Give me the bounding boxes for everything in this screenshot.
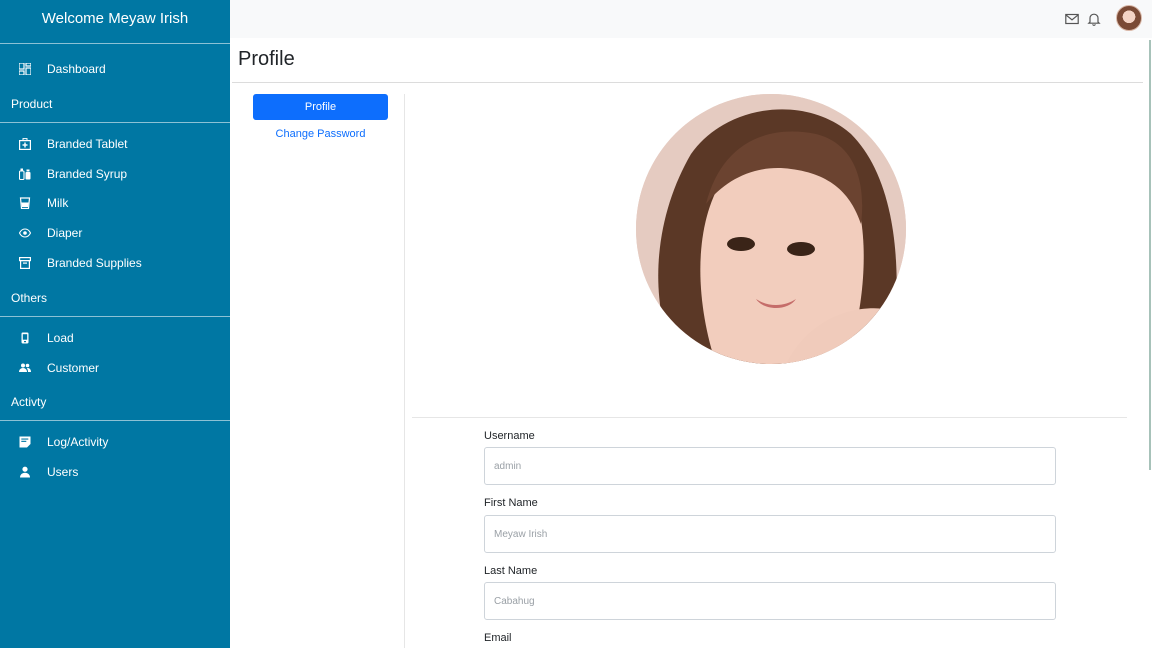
sidebar-divider <box>0 122 230 123</box>
sidebar-section-product: Product <box>11 97 53 111</box>
first-name-label: First Name <box>484 497 538 509</box>
sidebar-divider <box>0 420 230 421</box>
page-title: Profile <box>238 48 295 70</box>
sidebar-item-branded-supplies[interactable]: Branded Supplies <box>0 249 230 277</box>
sidebar-item-users[interactable]: Users <box>0 458 230 486</box>
sidebar-item-label: Users <box>47 465 79 479</box>
change-password-link[interactable]: Change Password <box>253 128 388 140</box>
user-avatar[interactable] <box>1116 5 1142 31</box>
user-icon <box>18 465 32 479</box>
sidebar-divider <box>0 316 230 317</box>
sidebar-section-activity: Activty <box>11 395 47 409</box>
sidebar-item-label: Customer <box>47 361 100 375</box>
sidebar-item-customer[interactable]: Customer <box>0 354 230 382</box>
sidebar-item-label: Branded Tablet <box>47 137 128 151</box>
last-name-field[interactable] <box>484 582 1056 620</box>
sidebar-item-branded-tablet[interactable]: Branded Tablet <box>0 130 230 158</box>
sidebar-item-dashboard[interactable]: Dashboard <box>0 55 230 83</box>
sidebar-item-label: Branded Syrup <box>47 167 128 181</box>
sidebar: Welcome Meyaw Irish Dashboard Product Br… <box>0 0 230 648</box>
profile-tab-button[interactable]: Profile <box>253 94 388 120</box>
sidebar-item-branded-syrup[interactable]: Branded Syrup <box>0 160 230 188</box>
medkit-icon <box>18 137 32 151</box>
sidebar-item-label: Log/Activity <box>47 435 109 449</box>
last-name-label: Last Name <box>484 565 538 577</box>
people-icon <box>18 361 32 375</box>
sidebar-item-label: Load <box>47 331 74 345</box>
sidebar-item-log-activity[interactable]: Log/Activity <box>0 428 230 456</box>
profile-photo <box>636 94 906 364</box>
dashboard-icon <box>18 62 32 76</box>
sidebar-item-diaper[interactable]: Diaper <box>0 219 230 247</box>
column-divider <box>404 94 405 648</box>
sidebar-welcome-title: Welcome Meyaw Irish <box>0 0 230 44</box>
sidebar-item-milk[interactable]: Milk <box>0 189 230 217</box>
scroll-edge <box>1149 40 1151 470</box>
sidebar-item-label: Milk <box>47 196 69 210</box>
mail-icon[interactable] <box>1065 12 1079 26</box>
milk-icon <box>18 196 32 210</box>
note-icon <box>18 435 32 449</box>
eye-icon <box>18 226 32 240</box>
username-field[interactable] <box>484 447 1056 485</box>
sidebar-item-label: Diaper <box>47 226 83 240</box>
title-divider <box>232 82 1143 83</box>
form-divider <box>412 417 1127 418</box>
email-label: Email <box>484 632 512 644</box>
phone-icon <box>18 331 32 345</box>
syrup-icon <box>18 167 32 181</box>
sidebar-item-label: Dashboard <box>47 62 106 76</box>
top-bar <box>230 0 1152 38</box>
sidebar-item-label: Branded Supplies <box>47 256 142 270</box>
archive-icon <box>18 256 32 270</box>
username-label: Username <box>484 430 535 442</box>
sidebar-item-load[interactable]: Load <box>0 324 230 352</box>
bell-icon[interactable] <box>1087 12 1101 26</box>
first-name-field[interactable] <box>484 515 1056 553</box>
sidebar-section-others: Others <box>11 291 48 305</box>
